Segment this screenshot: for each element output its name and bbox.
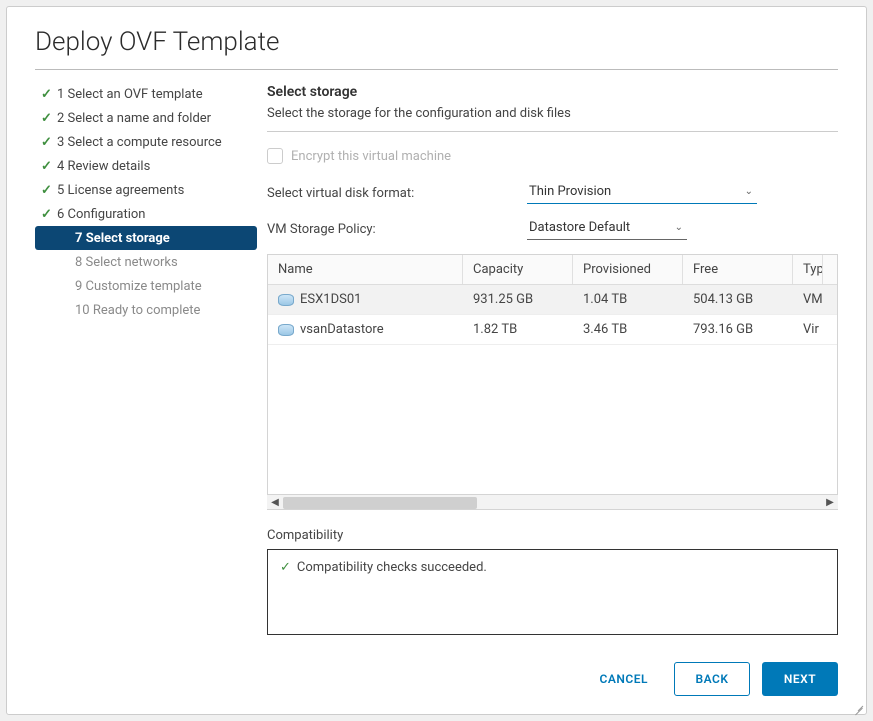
step-ready-complete: ✓10 Ready to complete bbox=[35, 298, 257, 322]
table-header: Name Capacity Provisioned Free Typ bbox=[268, 255, 837, 285]
cell-name: vsanDatastore bbox=[300, 322, 384, 337]
col-name[interactable]: Name bbox=[268, 255, 463, 284]
step-customize-template: ✓9 Customize template bbox=[35, 274, 257, 298]
cell-provisioned: 1.04 TB bbox=[573, 292, 683, 307]
chevron-down-icon: ⌄ bbox=[675, 222, 683, 233]
resize-grip-icon[interactable] bbox=[854, 702, 864, 712]
col-free[interactable]: Free bbox=[683, 255, 793, 284]
check-icon: ✓ bbox=[41, 207, 57, 222]
cell-capacity: 931.25 GB bbox=[463, 292, 573, 307]
step-select-networks: ✓8 Select networks bbox=[35, 250, 257, 274]
page-heading: Select storage bbox=[267, 84, 838, 100]
compatibility-label: Compatibility bbox=[267, 528, 838, 543]
title-divider bbox=[35, 69, 838, 70]
check-icon: ✓ bbox=[41, 87, 57, 102]
scroll-thumb[interactable] bbox=[283, 497, 477, 509]
step-label: 1 Select an OVF template bbox=[57, 87, 203, 102]
scroll-left-icon[interactable]: ◀ bbox=[267, 497, 283, 508]
check-icon: ✓ bbox=[41, 111, 57, 126]
check-icon: ✓ bbox=[41, 159, 57, 174]
table-row[interactable]: vsanDatastore 1.82 TB 3.46 TB 793.16 GB … bbox=[268, 315, 837, 345]
page-subheading: Select the storage for the configuration… bbox=[267, 106, 838, 121]
deploy-ovf-dialog: Deploy OVF Template ✓1 Select an OVF tem… bbox=[6, 6, 867, 715]
step-label: 3 Select a compute resource bbox=[57, 135, 222, 150]
check-icon: ✓ bbox=[280, 560, 291, 575]
policy-select[interactable]: Datastore Default ⌄ bbox=[527, 218, 687, 240]
dialog-footer: CANCEL BACK NEXT bbox=[7, 644, 866, 714]
back-button[interactable]: BACK bbox=[674, 662, 750, 696]
cell-free: 504.13 GB bbox=[683, 292, 793, 307]
disk-format-value: Thin Provision bbox=[529, 184, 611, 199]
dialog-title: Deploy OVF Template bbox=[7, 7, 866, 69]
scroll-track[interactable] bbox=[283, 495, 822, 509]
cell-type: Vir bbox=[793, 322, 823, 337]
step-select-ovf[interactable]: ✓1 Select an OVF template bbox=[35, 82, 257, 106]
chevron-down-icon: ⌄ bbox=[745, 186, 753, 197]
table-empty-area bbox=[268, 345, 837, 494]
step-label: 4 Review details bbox=[57, 159, 150, 174]
cell-name: ESX1DS01 bbox=[300, 292, 361, 307]
wizard-sidebar: ✓1 Select an OVF template ✓2 Select a na… bbox=[35, 76, 257, 644]
col-type[interactable]: Typ bbox=[793, 255, 823, 284]
datastore-icon bbox=[278, 294, 294, 306]
main-panel: Select storage Select the storage for th… bbox=[257, 76, 838, 644]
datastore-icon bbox=[278, 324, 294, 336]
disk-format-row: Select virtual disk format: Thin Provisi… bbox=[267, 182, 838, 204]
disk-format-select[interactable]: Thin Provision ⌄ bbox=[527, 182, 757, 204]
encrypt-checkbox bbox=[267, 148, 283, 164]
step-label: 9 Customize template bbox=[75, 279, 202, 294]
step-label: 8 Select networks bbox=[75, 255, 178, 270]
step-configuration[interactable]: ✓6 Configuration bbox=[35, 202, 257, 226]
dialog-body: ✓1 Select an OVF template ✓2 Select a na… bbox=[7, 76, 866, 644]
encrypt-row: Encrypt this virtual machine bbox=[267, 148, 838, 164]
compatibility-box: ✓ Compatibility checks succeeded. bbox=[267, 549, 838, 635]
policy-row: VM Storage Policy: Datastore Default ⌄ bbox=[267, 218, 838, 240]
cell-free: 793.16 GB bbox=[683, 322, 793, 337]
step-review-details[interactable]: ✓4 Review details bbox=[35, 154, 257, 178]
datastore-table: Name Capacity Provisioned Free Typ ESX1D… bbox=[267, 254, 838, 494]
heading-divider bbox=[267, 131, 838, 132]
table-row[interactable]: ESX1DS01 931.25 GB 1.04 TB 504.13 GB VM bbox=[268, 285, 837, 315]
compatibility-message: Compatibility checks succeeded. bbox=[297, 560, 487, 575]
check-icon: ✓ bbox=[41, 135, 57, 150]
step-label: 10 Ready to complete bbox=[75, 303, 200, 318]
cell-provisioned: 3.46 TB bbox=[573, 322, 683, 337]
col-provisioned[interactable]: Provisioned bbox=[573, 255, 683, 284]
col-capacity[interactable]: Capacity bbox=[463, 255, 573, 284]
encrypt-label: Encrypt this virtual machine bbox=[291, 149, 451, 164]
step-label: 5 License agreements bbox=[57, 183, 184, 198]
scroll-right-icon[interactable]: ▶ bbox=[822, 497, 838, 508]
next-button[interactable]: NEXT bbox=[762, 662, 838, 696]
step-compute-resource[interactable]: ✓3 Select a compute resource bbox=[35, 130, 257, 154]
step-label: 2 Select a name and folder bbox=[57, 111, 211, 126]
step-license[interactable]: ✓5 License agreements bbox=[35, 178, 257, 202]
step-label: 7 Select storage bbox=[75, 231, 170, 246]
policy-label: VM Storage Policy: bbox=[267, 222, 527, 237]
horizontal-scrollbar[interactable]: ◀ ▶ bbox=[267, 494, 838, 510]
cancel-button[interactable]: CANCEL bbox=[586, 662, 662, 696]
disk-format-label: Select virtual disk format: bbox=[267, 186, 527, 201]
step-select-name[interactable]: ✓2 Select a name and folder bbox=[35, 106, 257, 130]
check-icon: ✓ bbox=[41, 183, 57, 198]
policy-value: Datastore Default bbox=[529, 220, 630, 235]
step-select-storage[interactable]: ✓7 Select storage bbox=[35, 226, 257, 250]
step-label: 6 Configuration bbox=[57, 207, 146, 222]
cell-capacity: 1.82 TB bbox=[463, 322, 573, 337]
cell-type: VM bbox=[793, 292, 823, 307]
